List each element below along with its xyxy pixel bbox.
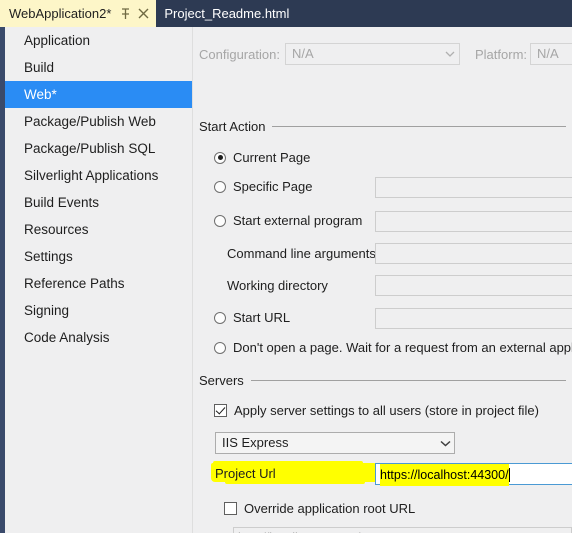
tab-label: Project_Readme.html <box>164 6 290 21</box>
sidebar-item-label: Reference Paths <box>24 276 125 291</box>
server-select-value: IIS Express <box>222 435 289 450</box>
tab-label: WebApplication2* <box>9 6 112 21</box>
platform-label: Platform: <box>475 47 528 62</box>
radio-dont-open-page[interactable]: Don't open a page. Wait for a request fr… <box>214 340 572 355</box>
sidebar-item-label: Build <box>24 60 55 75</box>
sidebar-item-build-events[interactable]: Build Events <box>5 189 192 216</box>
tab-icon-group <box>120 7 149 20</box>
platform-select[interactable]: N/A <box>530 43 572 65</box>
external-program-input[interactable] <box>375 211 572 232</box>
radio-label: Don't open a page. Wait for a request fr… <box>233 340 572 355</box>
servers-title: Servers <box>199 373 244 388</box>
sidebar-item-label: Settings <box>24 249 73 264</box>
servers-group-header: Servers <box>199 373 572 388</box>
project-url-label-highlight-top <box>213 461 363 465</box>
server-select[interactable]: IIS Express <box>215 432 455 454</box>
command-line-arguments-input[interactable] <box>375 243 572 264</box>
radio-start-url[interactable]: Start URL <box>214 310 290 325</box>
project-url-value: https://localhost:44300/ <box>380 464 509 486</box>
sidebar-item-label: Build Events <box>24 195 100 210</box>
checkbox-indicator <box>214 404 227 417</box>
sidebar-item-code-analysis[interactable]: Code Analysis <box>5 324 192 351</box>
vs-project-properties-window: WebApplication2* Project_Readme.html App… <box>0 0 572 533</box>
group-divider <box>250 380 566 381</box>
start-url-input[interactable] <box>375 308 572 329</box>
command-line-arguments-label: Command line arguments <box>227 246 376 261</box>
root-url-input[interactable]: http://localhost:59212/ <box>233 527 572 533</box>
properties-sidebar: Application Build Web* Package/Publish W… <box>5 27 206 533</box>
radio-indicator <box>214 311 226 324</box>
checkbox-indicator <box>224 502 237 515</box>
radio-label: Specific Page <box>233 179 313 194</box>
start-action-group-header: Start Action <box>199 119 572 134</box>
radio-indicator <box>214 341 226 354</box>
sidebar-item-application[interactable]: Application <box>5 27 192 54</box>
platform-value: N/A <box>537 46 559 61</box>
project-url-input[interactable]: https://localhost:44300/ <box>375 463 572 486</box>
text-caret <box>508 468 510 482</box>
sidebar-item-reference-paths[interactable]: Reference Paths <box>5 270 192 297</box>
checkbox-override-root-url[interactable]: Override application root URL <box>224 501 415 516</box>
configuration-label: Configuration: <box>199 47 280 62</box>
checkbox-apply-server-settings[interactable]: Apply server settings to all users (stor… <box>214 403 539 418</box>
sidebar-item-web[interactable]: Web* <box>5 81 206 108</box>
sidebar-item-signing[interactable]: Signing <box>5 297 192 324</box>
working-directory-label: Working directory <box>227 278 328 293</box>
sidebar-item-label: Package/Publish SQL <box>24 141 156 156</box>
tab-strip: WebApplication2* Project_Readme.html <box>0 0 572 27</box>
working-directory-input[interactable] <box>375 275 572 296</box>
sidebar-item-settings[interactable]: Settings <box>5 243 192 270</box>
sidebar-item-label: Package/Publish Web <box>24 114 156 129</box>
tab-webapplication2[interactable]: WebApplication2* <box>0 0 157 27</box>
specific-page-input[interactable] <box>375 177 572 198</box>
sidebar-item-package-publish-web[interactable]: Package/Publish Web <box>5 108 192 135</box>
radio-label: Current Page <box>233 150 311 165</box>
radio-label: Start URL <box>233 310 291 325</box>
configuration-value: N/A <box>292 46 314 61</box>
start-action-title: Start Action <box>199 119 266 134</box>
project-url-label: Project Url <box>215 466 276 481</box>
sidebar-item-package-publish-sql[interactable]: Package/Publish SQL <box>5 135 192 162</box>
radio-current-page[interactable]: Current Page <box>214 150 310 165</box>
radio-specific-page[interactable]: Specific Page <box>214 179 313 194</box>
configuration-select[interactable]: N/A <box>285 43 460 65</box>
pin-icon[interactable] <box>120 7 131 20</box>
close-icon[interactable] <box>138 8 149 20</box>
radio-indicator <box>214 214 226 227</box>
radio-indicator <box>214 151 226 164</box>
web-properties-pane: Configuration: N/A Platform: N/A Start A… <box>195 27 572 533</box>
checkbox-label: Apply server settings to all users (stor… <box>234 403 539 418</box>
checkbox-label: Override application root URL <box>244 501 416 516</box>
radio-indicator <box>214 180 226 193</box>
sidebar-item-label: Code Analysis <box>24 330 110 345</box>
radio-label: Start external program <box>233 213 363 228</box>
sidebar-item-label: Silverlight Applications <box>24 168 159 183</box>
group-divider <box>272 126 566 127</box>
sidebar-item-label: Signing <box>24 303 70 318</box>
sidebar-item-label: Application <box>24 33 91 48</box>
sidebar-item-label: Resources <box>24 222 89 237</box>
chevron-down-icon <box>436 440 454 447</box>
sidebar-item-build[interactable]: Build <box>5 54 192 81</box>
sidebar-item-label: Web* <box>24 87 57 102</box>
radio-start-external-program[interactable]: Start external program <box>214 213 362 228</box>
tab-project-readme[interactable]: Project_Readme.html <box>156 0 297 27</box>
sidebar-item-silverlight-applications[interactable]: Silverlight Applications <box>5 162 192 189</box>
chevron-down-icon <box>441 51 459 57</box>
sidebar-item-resources[interactable]: Resources <box>5 216 192 243</box>
